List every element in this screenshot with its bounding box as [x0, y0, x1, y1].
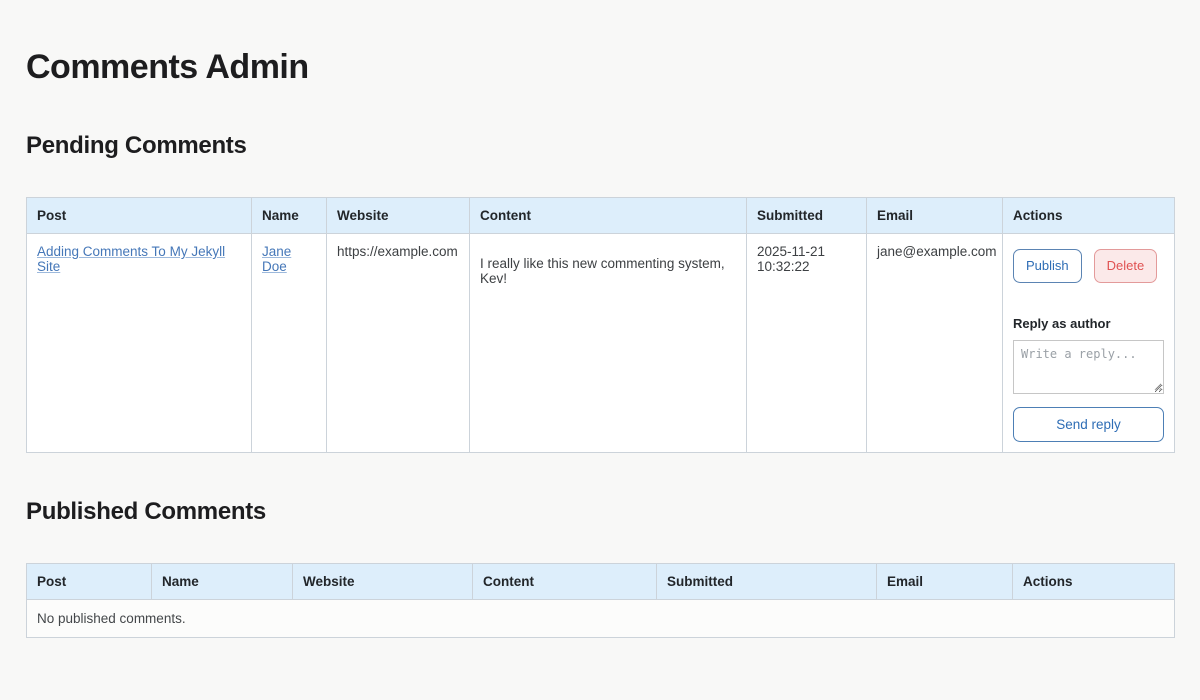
pending-comments-heading: Pending Comments	[26, 131, 1174, 161]
column-header-submitted: Submitted	[747, 198, 867, 234]
column-header-email: Email	[877, 563, 1013, 599]
admin-page: Comments Admin Pending Comments Post Nam…	[0, 0, 1200, 678]
content-cell: I really like this new commenting system…	[470, 234, 747, 453]
column-header-actions: Actions	[1013, 563, 1175, 599]
column-header-submitted: Submitted	[657, 563, 877, 599]
submitted-cell: 2025-11-21 10:32:22	[747, 234, 867, 453]
column-header-name: Name	[152, 563, 293, 599]
action-buttons: Publish Delete	[1013, 249, 1164, 283]
pending-comment-row: Adding Comments To My Jekyll Site Jane D…	[27, 234, 1175, 453]
column-header-website: Website	[327, 198, 470, 234]
pending-comments-table: Post Name Website Content Submitted Emai…	[26, 197, 1175, 453]
column-header-post: Post	[27, 198, 252, 234]
actions-cell: Publish Delete Reply as author Send repl…	[1003, 234, 1175, 453]
column-header-content: Content	[473, 563, 657, 599]
column-header-name: Name	[252, 198, 327, 234]
column-header-email: Email	[867, 198, 1003, 234]
column-header-website: Website	[293, 563, 473, 599]
commenter-name-link[interactable]: Jane Doe	[262, 244, 291, 274]
column-header-content: Content	[470, 198, 747, 234]
column-header-actions: Actions	[1003, 198, 1175, 234]
delete-button[interactable]: Delete	[1094, 249, 1158, 283]
post-cell: Adding Comments To My Jekyll Site	[27, 234, 252, 453]
send-reply-button[interactable]: Send reply	[1013, 407, 1164, 442]
empty-message: No published comments.	[27, 599, 1175, 637]
page-title: Comments Admin	[26, 48, 1174, 87]
reply-textarea[interactable]	[1013, 340, 1164, 394]
website-cell: https://example.com	[327, 234, 470, 453]
published-header-row: Post Name Website Content Submitted Emai…	[27, 563, 1175, 599]
comment-content: I really like this new commenting system…	[480, 256, 736, 286]
email-cell: jane@example.com	[867, 234, 1003, 453]
reply-textarea-wrapper	[1013, 340, 1164, 394]
published-comments-table: Post Name Website Content Submitted Emai…	[26, 563, 1175, 638]
column-header-post: Post	[27, 563, 152, 599]
name-cell: Jane Doe	[252, 234, 327, 453]
publish-button[interactable]: Publish	[1013, 249, 1082, 283]
post-link[interactable]: Adding Comments To My Jekyll Site	[37, 244, 225, 274]
reply-as-author-label: Reply as author	[1013, 316, 1164, 331]
published-comments-heading: Published Comments	[26, 497, 1174, 527]
pending-header-row: Post Name Website Content Submitted Emai…	[27, 198, 1175, 234]
no-published-comments-row: No published comments.	[27, 599, 1175, 637]
